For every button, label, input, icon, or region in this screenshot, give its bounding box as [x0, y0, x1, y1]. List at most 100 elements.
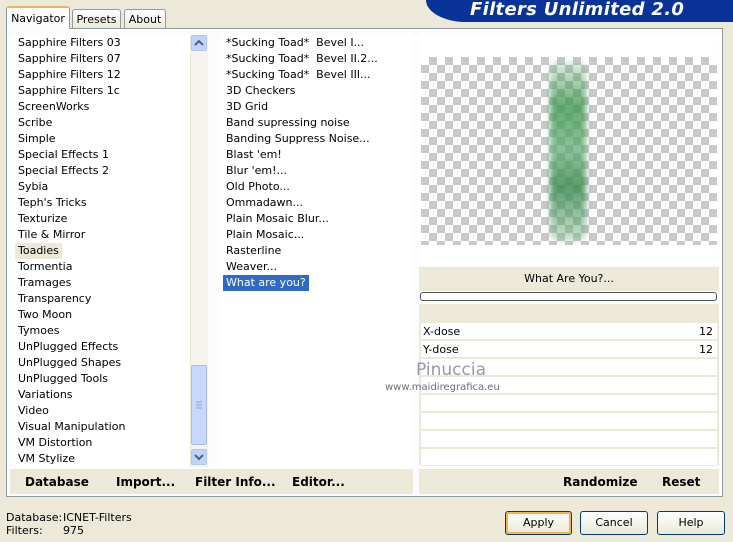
category-label: Tile & Mirror [18, 228, 86, 241]
category-item[interactable]: Tile & Mirror [12, 227, 190, 243]
filter-item[interactable]: Plain Mosaic Blur... [221, 211, 413, 227]
filter-item[interactable]: *Sucking Toad* Bevel III... [221, 67, 413, 83]
filter-item[interactable]: Ommadawn... [221, 195, 413, 211]
filter-label: Ommadawn... [226, 196, 304, 209]
watermark-name: Pinuccia [416, 360, 486, 380]
scroll-thumb[interactable] [191, 365, 207, 445]
filter-name: What Are You?... [524, 272, 614, 285]
category-label: Visual Manipulation [18, 420, 126, 433]
category-item[interactable]: Transparency [12, 291, 190, 307]
category-item[interactable]: Tramages [12, 275, 190, 291]
filter-label: What are you? [223, 275, 309, 291]
param-row-y-dose[interactable]: Y-dose 12 [421, 341, 717, 358]
category-item[interactable]: Variations [12, 387, 190, 403]
filter-item[interactable]: Weaver... [221, 259, 413, 275]
tab-about[interactable]: About [124, 9, 166, 28]
category-item[interactable]: Tymoes [12, 323, 190, 339]
database-value: ICNET-Filters [63, 511, 132, 524]
filter-item[interactable]: 3D Grid [221, 99, 413, 115]
category-label: Scribe [18, 116, 53, 129]
param-row-x-dose[interactable]: X-dose 12 [421, 323, 717, 340]
category-item[interactable]: Teph's Tricks [12, 195, 190, 211]
filter-label: Rasterline [226, 244, 282, 257]
category-item[interactable]: Sapphire Filters 12 [12, 67, 190, 83]
category-label: Transparency [18, 292, 92, 305]
preview-image [550, 61, 586, 241]
cancel-button[interactable]: Cancel [580, 511, 648, 535]
scroll-up-button[interactable] [191, 35, 207, 51]
preview-canvas [421, 57, 717, 245]
filter-label: 3D Checkers [226, 84, 296, 97]
filter-item[interactable]: Old Photo... [221, 179, 413, 195]
param-value[interactable]: 12 [699, 323, 713, 340]
database-label: Database: [6, 511, 63, 524]
category-item[interactable]: UnPlugged Shapes [12, 355, 190, 371]
category-item[interactable]: Tormentia [12, 259, 190, 275]
category-item[interactable]: Texturize [12, 211, 190, 227]
category-label: Tymoes [18, 324, 60, 337]
import-button[interactable]: Import... [116, 475, 175, 489]
category-label: Special Effects 2 [18, 164, 110, 177]
category-label: ScreenWorks [18, 100, 90, 113]
param-value[interactable]: 12 [699, 341, 713, 358]
category-label: Sapphire Filters 12 [18, 68, 121, 81]
filter-item[interactable]: What are you? [221, 275, 413, 291]
category-label: Toadies [15, 243, 62, 259]
tab-presets[interactable]: Presets [72, 9, 121, 28]
category-item[interactable]: Special Effects 1 [12, 147, 190, 163]
category-item[interactable]: Special Effects 2 [12, 163, 190, 179]
category-item[interactable]: Sapphire Filters 1c [12, 83, 190, 99]
help-button[interactable]: Help [657, 511, 725, 535]
filters-count-value: 975 [63, 524, 84, 537]
category-list: Sapphire Filters 03 Sapphire Filters 07 Sa… [12, 35, 190, 467]
category-item[interactable]: UnPlugged Tools [12, 371, 190, 387]
database-button[interactable]: Database [25, 475, 89, 489]
category-item[interactable]: Video [12, 403, 190, 419]
scroll-down-button[interactable] [191, 449, 207, 465]
category-item[interactable]: Two Moon [12, 307, 190, 323]
filter-label: *Sucking Toad* Bevel II.2... [226, 52, 378, 65]
category-label: VM Stylize [18, 452, 75, 465]
category-item[interactable]: VM Stylize [12, 451, 190, 467]
filter-item[interactable]: *Sucking Toad* Bevel I... [221, 35, 413, 51]
category-label: Sapphire Filters 1c [18, 84, 120, 97]
category-label: Two Moon [18, 308, 73, 321]
category-item[interactable]: Toadies [12, 243, 190, 259]
filter-item[interactable]: Plain Mosaic... [221, 227, 413, 243]
filter-info-button[interactable]: Filter Info... [195, 475, 276, 489]
apply-button[interactable]: Apply [505, 511, 572, 535]
chevron-up-icon [194, 39, 204, 46]
category-item[interactable]: Sapphire Filters 03 [12, 35, 190, 51]
filter-label: Plain Mosaic Blur... [226, 212, 329, 225]
category-item[interactable]: Sapphire Filters 07 [12, 51, 190, 67]
filter-label: Plain Mosaic... [226, 228, 305, 241]
category-item[interactable]: Scribe [12, 115, 190, 131]
category-item[interactable]: Simple [12, 131, 190, 147]
category-label: Tormentia [18, 260, 73, 273]
category-item[interactable]: Visual Manipulation [12, 419, 190, 435]
param-row-empty [421, 431, 717, 448]
tab-navigator[interactable]: Navigator [6, 6, 70, 29]
filter-item[interactable]: Blur 'em!... [221, 163, 413, 179]
category-label: VM Distortion [18, 436, 93, 449]
filter-item[interactable]: Banding Suppress Noise... [221, 131, 413, 147]
category-label: Tramages [18, 276, 72, 289]
category-label: UnPlugged Effects [18, 340, 119, 353]
category-label: Sapphire Filters 07 [18, 52, 121, 65]
filter-item[interactable]: Band supressing noise [221, 115, 413, 131]
filter-item[interactable]: Rasterline [221, 243, 413, 259]
category-label: Sapphire Filters 03 [18, 36, 121, 49]
category-item[interactable]: VM Distortion [12, 435, 190, 451]
category-item[interactable]: UnPlugged Effects [12, 339, 190, 355]
category-label: UnPlugged Tools [18, 372, 108, 385]
category-item[interactable]: Sybia [12, 179, 190, 195]
filter-label: Blur 'em!... [226, 164, 287, 177]
editor-button[interactable]: Editor... [292, 475, 345, 489]
filter-item[interactable]: *Sucking Toad* Bevel II.2... [221, 51, 413, 67]
filter-item[interactable]: Blast 'em! [221, 147, 413, 163]
randomize-button[interactable]: Randomize [563, 475, 637, 489]
category-scrollbar[interactable] [190, 35, 208, 467]
category-item[interactable]: ScreenWorks [12, 99, 190, 115]
reset-button[interactable]: Reset [662, 475, 700, 489]
filter-item[interactable]: 3D Checkers [221, 83, 413, 99]
